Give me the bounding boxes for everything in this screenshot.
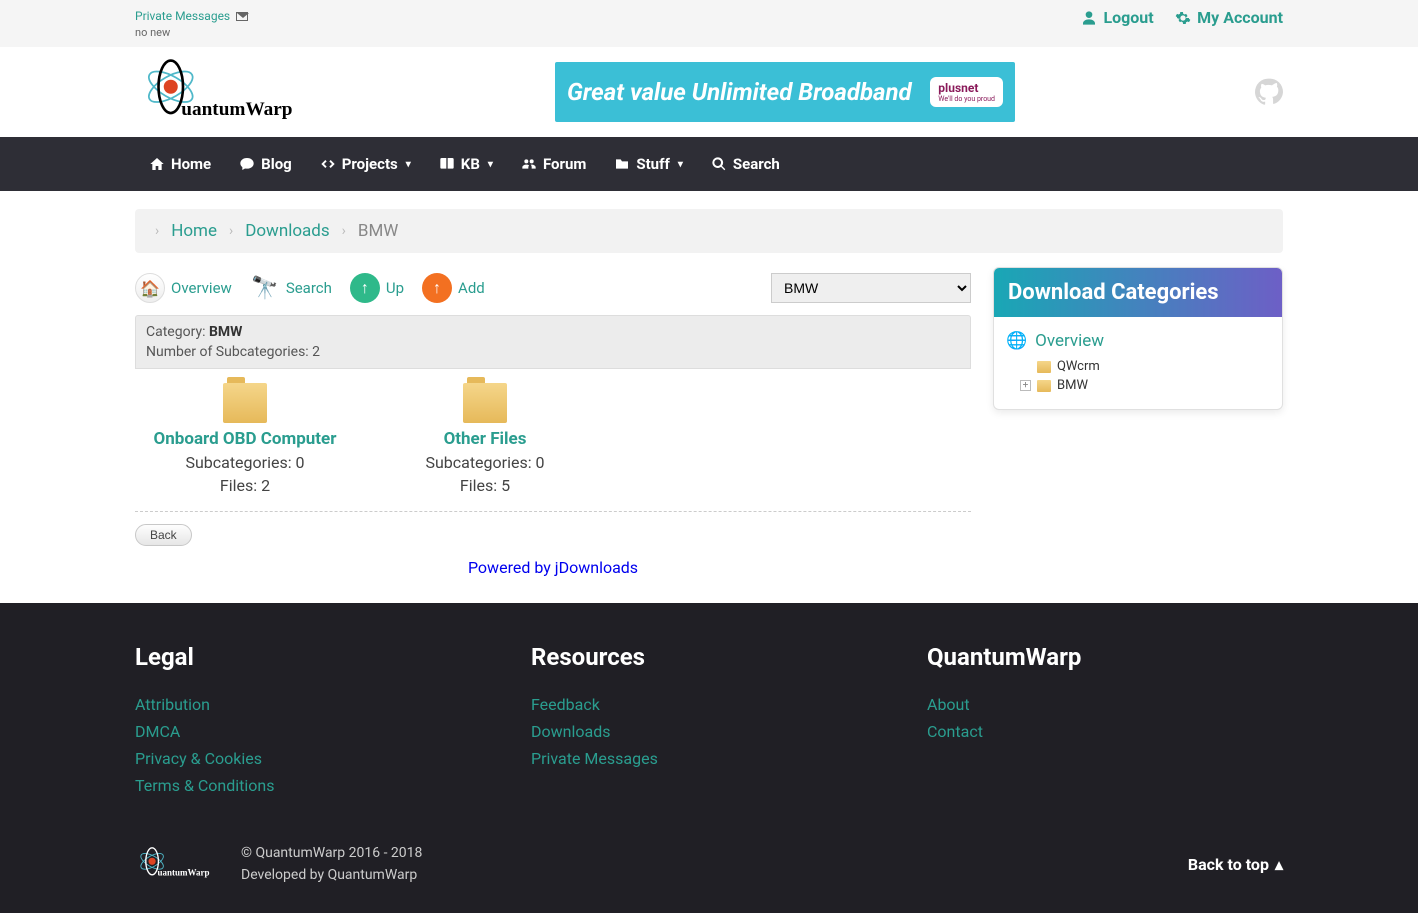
sidebar-title: Download Categories	[994, 268, 1282, 317]
svg-text:uantumWarp: uantumWarp	[181, 99, 292, 120]
files-count: Files: 5	[375, 476, 595, 495]
globe-icon: 🌐	[1006, 331, 1027, 351]
chevron-down-icon: ▾	[678, 159, 683, 170]
sidebar-overview-link[interactable]: 🌐 Overview	[1006, 331, 1270, 351]
footer-col-title: Resources	[531, 643, 887, 671]
envelope-icon	[236, 12, 248, 21]
nav-projects[interactable]: Projects ▾	[306, 137, 425, 191]
nav-search[interactable]: Search	[697, 137, 794, 191]
private-messages-link[interactable]: Private Messages	[135, 9, 248, 23]
github-icon[interactable]	[1255, 78, 1283, 106]
search-icon	[711, 156, 727, 172]
chevron-up-icon: ▴	[1275, 855, 1283, 874]
subcategory-card[interactable]: Onboard OBD Computer Subcategories: 0 Fi…	[135, 383, 355, 495]
chevron-right-icon: ›	[342, 223, 346, 239]
footer-link[interactable]: Contact	[927, 718, 1283, 745]
gear-icon	[1175, 10, 1191, 26]
subcategory-card[interactable]: Other Files Subcategories: 0 Files: 5	[375, 383, 595, 495]
search-button[interactable]: 🔭 Search	[250, 273, 332, 303]
folder-icon	[223, 383, 267, 423]
arrow-up-icon: ↑	[350, 273, 380, 303]
logout-link[interactable]: Logout	[1081, 8, 1153, 27]
comment-icon	[239, 156, 255, 172]
category-select[interactable]: BMW	[771, 273, 971, 303]
tree-label: QWcrm	[1057, 359, 1100, 374]
tree-item[interactable]: + BMW	[1006, 376, 1270, 395]
download-categories-box: Download Categories 🌐 Overview QWcrm + BM…	[993, 267, 1283, 410]
nav-home[interactable]: Home	[135, 137, 225, 191]
subcategory-count: Subcategories: 0	[375, 453, 595, 472]
footer-link[interactable]: Downloads	[531, 718, 887, 745]
ad-banner[interactable]: Great value Unlimited Broadband plusnet …	[555, 62, 1015, 122]
chevron-right-icon: ›	[229, 223, 233, 239]
home-icon	[149, 156, 165, 172]
category-header: Category: BMW Number of Subcategories: 2	[135, 315, 971, 369]
house-icon: 🏠	[135, 273, 165, 303]
pm-status: no new	[135, 26, 248, 39]
developed-by-text: Developed by QuantumWarp	[241, 864, 422, 886]
expand-icon[interactable]: +	[1020, 380, 1031, 391]
breadcrumb-current: BMW	[358, 221, 399, 241]
footer-link[interactable]: Terms & Conditions	[135, 772, 491, 799]
add-button[interactable]: ↑ Add	[422, 273, 485, 303]
overview-button[interactable]: 🏠 Overview	[135, 273, 232, 303]
nav-blog[interactable]: Blog	[225, 137, 306, 191]
up-button[interactable]: ↑ Up	[350, 273, 404, 303]
nav-stuff[interactable]: Stuff ▾	[600, 137, 696, 191]
chevron-down-icon: ▾	[488, 159, 493, 170]
files-count: Files: 2	[135, 476, 355, 495]
user-icon	[1081, 10, 1097, 26]
breadcrumb-home[interactable]: Home	[171, 221, 217, 241]
tree-label: BMW	[1057, 378, 1088, 393]
my-account-link[interactable]: My Account	[1175, 8, 1283, 27]
chevron-right-icon: ›	[155, 223, 159, 239]
subcategory-title[interactable]: Other Files	[375, 429, 595, 449]
nav-forum[interactable]: Forum	[507, 137, 600, 191]
folder-icon	[463, 383, 507, 423]
back-to-top-button[interactable]: Back to top ▴	[1188, 855, 1283, 874]
binoculars-icon: 🔭	[250, 273, 280, 303]
footer-link[interactable]: Attribution	[135, 691, 491, 718]
footer-link[interactable]: Privacy & Cookies	[135, 745, 491, 772]
nav-kb[interactable]: KB ▾	[425, 137, 507, 191]
footer-link[interactable]: DMCA	[135, 718, 491, 745]
users-icon	[521, 156, 537, 172]
code-icon	[320, 156, 336, 172]
powered-by-link[interactable]: Powered by jDownloads	[468, 558, 638, 577]
arrow-up-icon: ↑	[422, 273, 452, 303]
banner-brand-badge: plusnet We'll do you proud	[930, 77, 1003, 107]
site-logo[interactable]: uantumWarp	[135, 57, 315, 127]
subcategory-count: Subcategories: 0	[135, 453, 355, 472]
book-icon	[439, 156, 455, 172]
footer-link[interactable]: About	[927, 691, 1283, 718]
folder-icon	[1037, 361, 1051, 373]
footer-col-title: Legal	[135, 643, 491, 671]
copyright-text: © QuantumWarp 2016 - 2018	[241, 842, 422, 864]
chevron-down-icon: ▾	[406, 159, 411, 170]
footer-col-title: QuantumWarp	[927, 643, 1283, 671]
footer-link[interactable]: Feedback	[531, 691, 887, 718]
breadcrumb-downloads[interactable]: Downloads	[245, 221, 329, 241]
subcategory-title[interactable]: Onboard OBD Computer	[135, 429, 355, 449]
svg-text:uantumWarp: uantumWarp	[158, 868, 210, 878]
banner-text: Great value Unlimited Broadband	[567, 78, 912, 106]
footer-logo: uantumWarp	[135, 839, 225, 889]
tree-item[interactable]: QWcrm	[1006, 357, 1270, 376]
footer-link[interactable]: Private Messages	[531, 745, 887, 772]
folder-icon	[614, 156, 630, 172]
breadcrumb: › Home › Downloads › BMW	[135, 209, 1283, 253]
folder-icon	[1037, 380, 1051, 392]
back-button[interactable]: Back	[135, 524, 192, 546]
